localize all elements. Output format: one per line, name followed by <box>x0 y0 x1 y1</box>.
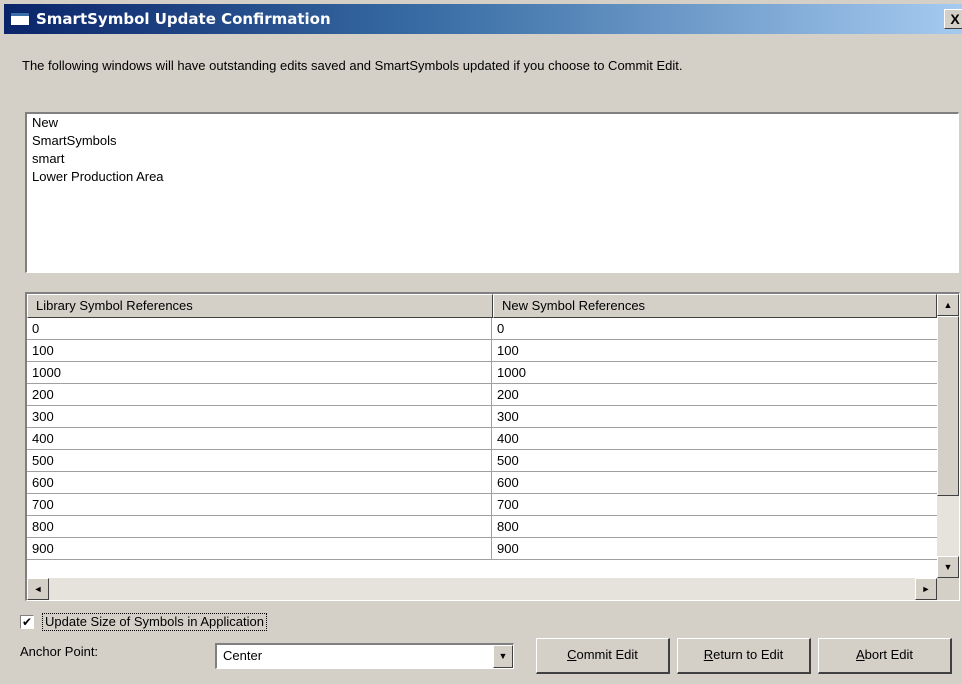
new-reference-cell: 0 <box>497 321 505 336</box>
horizontal-scrollbar[interactable]: ◄ ► <box>27 578 937 600</box>
new-reference-cell: 400 <box>497 431 519 446</box>
new-reference-cell: 500 <box>497 453 519 468</box>
library-reference-cell: 900 <box>27 538 492 560</box>
library-reference-cell: 0 <box>27 318 492 340</box>
library-reference-cell: 1000 <box>27 362 492 384</box>
scroll-up-icon[interactable]: ▲ <box>937 294 959 316</box>
return-label: eturn to Edit <box>713 647 784 662</box>
scroll-right-icon[interactable]: ► <box>915 578 937 600</box>
table-row[interactable]: 700 700 <box>27 494 937 516</box>
new-reference-cell: 200 <box>497 387 519 402</box>
table-row[interactable]: 900 900 <box>27 538 937 560</box>
return-mnemonic: R <box>703 647 714 662</box>
dialog-window: SmartSymbol Update Confirmation X The fo… <box>0 0 962 684</box>
library-reference-cell: 200 <box>27 384 492 406</box>
library-reference-cell: 500 <box>27 450 492 472</box>
commit-label: ommit Edit <box>576 647 638 662</box>
commit-edit-button[interactable]: Commit Edit <box>536 638 670 674</box>
library-reference-cell: 400 <box>27 428 492 450</box>
table-row[interactable]: 200 200 <box>27 384 937 406</box>
list-item[interactable]: smart <box>27 150 958 168</box>
column-header-new[interactable]: New Symbol References <box>493 294 937 318</box>
new-reference-cell: 800 <box>497 519 519 534</box>
anchor-point-value: Center <box>223 648 263 663</box>
scrollbar-corner <box>937 578 959 600</box>
update-size-label[interactable]: Update Size of Symbols in Application <box>42 613 267 631</box>
return-to-edit-button[interactable]: Return to Edit <box>677 638 811 674</box>
vertical-scrollbar[interactable]: ▲ ▼ <box>937 294 959 578</box>
abort-label: bort Edit <box>864 647 914 662</box>
library-reference-cell: 600 <box>27 472 492 494</box>
dropdown-arrow-icon[interactable]: ▼ <box>493 645 513 668</box>
title-bar[interactable]: SmartSymbol Update Confirmation X <box>4 4 962 34</box>
info-message: The following windows will have outstand… <box>22 58 683 73</box>
table-row[interactable]: 1000 1000 <box>27 362 937 384</box>
window-icon <box>10 12 30 26</box>
window-title: SmartSymbol Update Confirmation <box>36 10 331 28</box>
symbol-references-table: Library Symbol References New Symbol Ref… <box>25 292 960 601</box>
list-item[interactable]: Lower Production Area <box>27 168 958 186</box>
anchor-point-dropdown[interactable]: Center ▼ <box>215 643 514 669</box>
new-reference-cell: 600 <box>497 475 519 490</box>
windows-listbox[interactable]: New SmartSymbols smart Lower Production … <box>25 112 959 273</box>
new-reference-cell: 900 <box>497 541 519 556</box>
table-row[interactable]: 400 400 <box>27 428 937 450</box>
list-item[interactable]: New <box>27 114 958 132</box>
new-reference-cell: 100 <box>497 343 519 358</box>
new-reference-cell: 700 <box>497 497 519 512</box>
table-row[interactable]: 00 <box>27 318 937 340</box>
update-size-checkbox[interactable]: ✔ <box>20 615 34 629</box>
table-body: 0 0 100 100 1000 1000 200 200 300 300 400 400 500 500… <box>27 318 937 578</box>
scroll-left-icon[interactable]: ◄ <box>27 578 49 600</box>
close-icon[interactable]: X <box>944 9 962 29</box>
library-reference-cell: 100 <box>27 340 492 362</box>
table-header: Library Symbol References New Symbol Ref… <box>27 294 937 318</box>
table-row[interactable]: 100 100 <box>27 340 937 362</box>
scroll-down-icon[interactable]: ▼ <box>937 556 959 578</box>
library-reference-cell: 800 <box>27 516 492 538</box>
library-reference-cell: 700 <box>27 494 492 516</box>
column-header-library[interactable]: Library Symbol References <box>27 294 493 318</box>
table-row[interactable]: 300 300 <box>27 406 937 428</box>
abort-mnemonic: A <box>855 647 865 662</box>
list-item[interactable]: SmartSymbols <box>27 132 958 150</box>
table-row[interactable]: 800 800 <box>27 516 937 538</box>
library-reference-cell: 300 <box>27 406 492 428</box>
table-row[interactable]: 500 500 <box>27 450 937 472</box>
new-reference-cell: 1000 <box>497 365 526 380</box>
new-reference-cell: 300 <box>497 409 519 424</box>
table-row[interactable]: 600 600 <box>27 472 937 494</box>
vertical-scroll-thumb[interactable] <box>937 316 959 496</box>
abort-edit-button[interactable]: Abort Edit <box>818 638 952 674</box>
anchor-point-label: Anchor Point: <box>20 644 99 659</box>
